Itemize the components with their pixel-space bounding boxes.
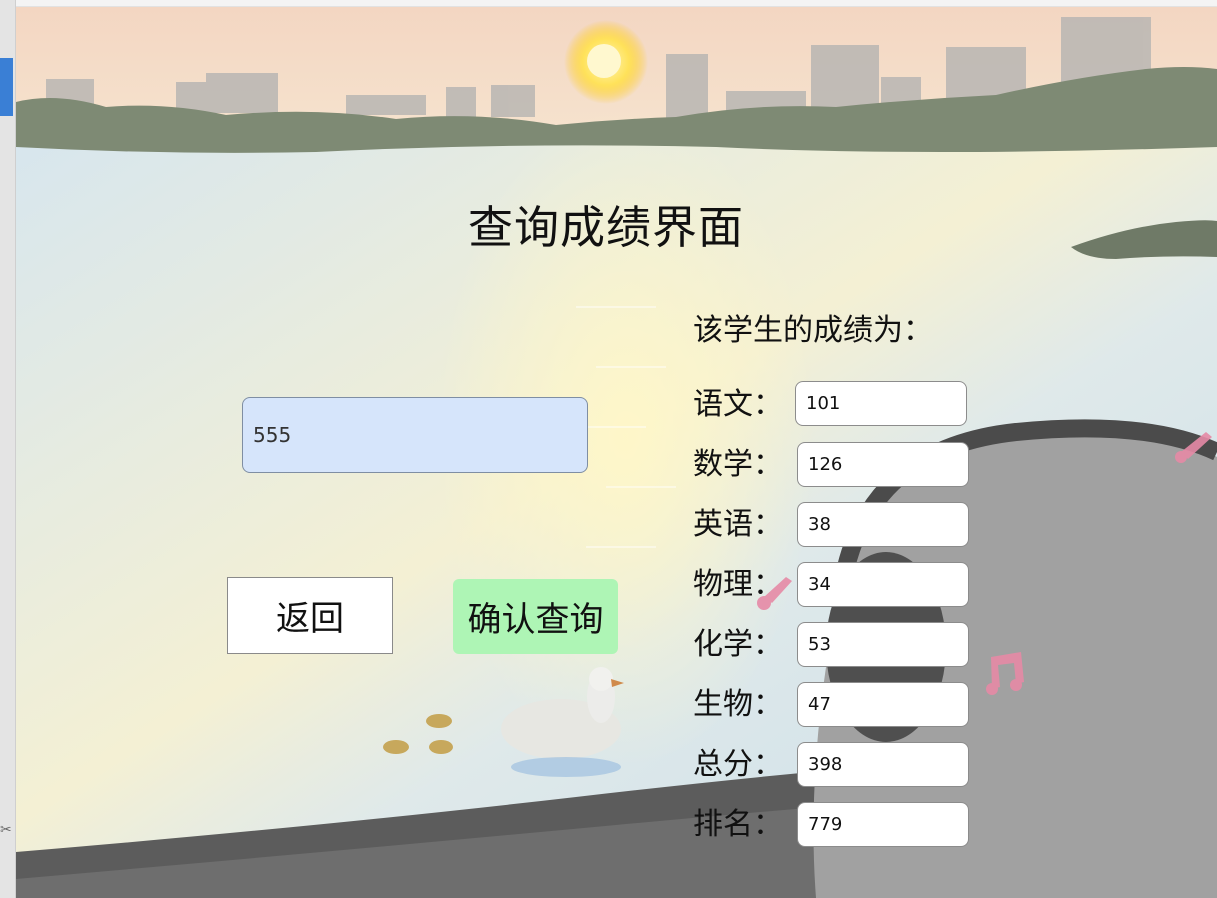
host-active-tab-indicator[interactable]: [0, 58, 13, 116]
rank-field[interactable]: [797, 802, 969, 847]
total-score-field[interactable]: [797, 742, 969, 787]
back-button[interactable]: 返回: [227, 577, 393, 654]
confirm-query-button[interactable]: 确认查询: [453, 579, 618, 654]
physics-label: 物理：: [693, 567, 783, 602]
math-label: 数学：: [693, 447, 783, 482]
chinese-label: 语文：: [693, 387, 783, 422]
window-top-edge: [16, 0, 1217, 7]
total-label: 总分：: [693, 747, 783, 782]
score-query-window: 查询成绩界面 返回 确认查询 该学生的成绩为： 语文： 数学： 英语： 物理： …: [16, 7, 1217, 898]
rank-label: 排名：: [693, 807, 783, 842]
host-window-edge: ✂: [0, 0, 16, 898]
english-label: 英语：: [693, 507, 783, 542]
host-cut-icon: ✂: [0, 822, 12, 838]
page-title: 查询成绩界面: [468, 201, 745, 254]
chemistry-score-field[interactable]: [797, 622, 969, 667]
physics-score-field[interactable]: [797, 562, 969, 607]
biology-label: 生物：: [693, 687, 783, 722]
biology-score-field[interactable]: [797, 682, 969, 727]
chemistry-label: 化学：: [693, 627, 783, 662]
background-illustration: [16, 7, 1217, 898]
math-score-field[interactable]: [797, 442, 969, 487]
english-score-field[interactable]: [797, 502, 969, 547]
chinese-score-field[interactable]: [795, 381, 967, 426]
student-id-input[interactable]: [242, 397, 588, 473]
results-heading: 该学生的成绩为：: [693, 313, 933, 348]
